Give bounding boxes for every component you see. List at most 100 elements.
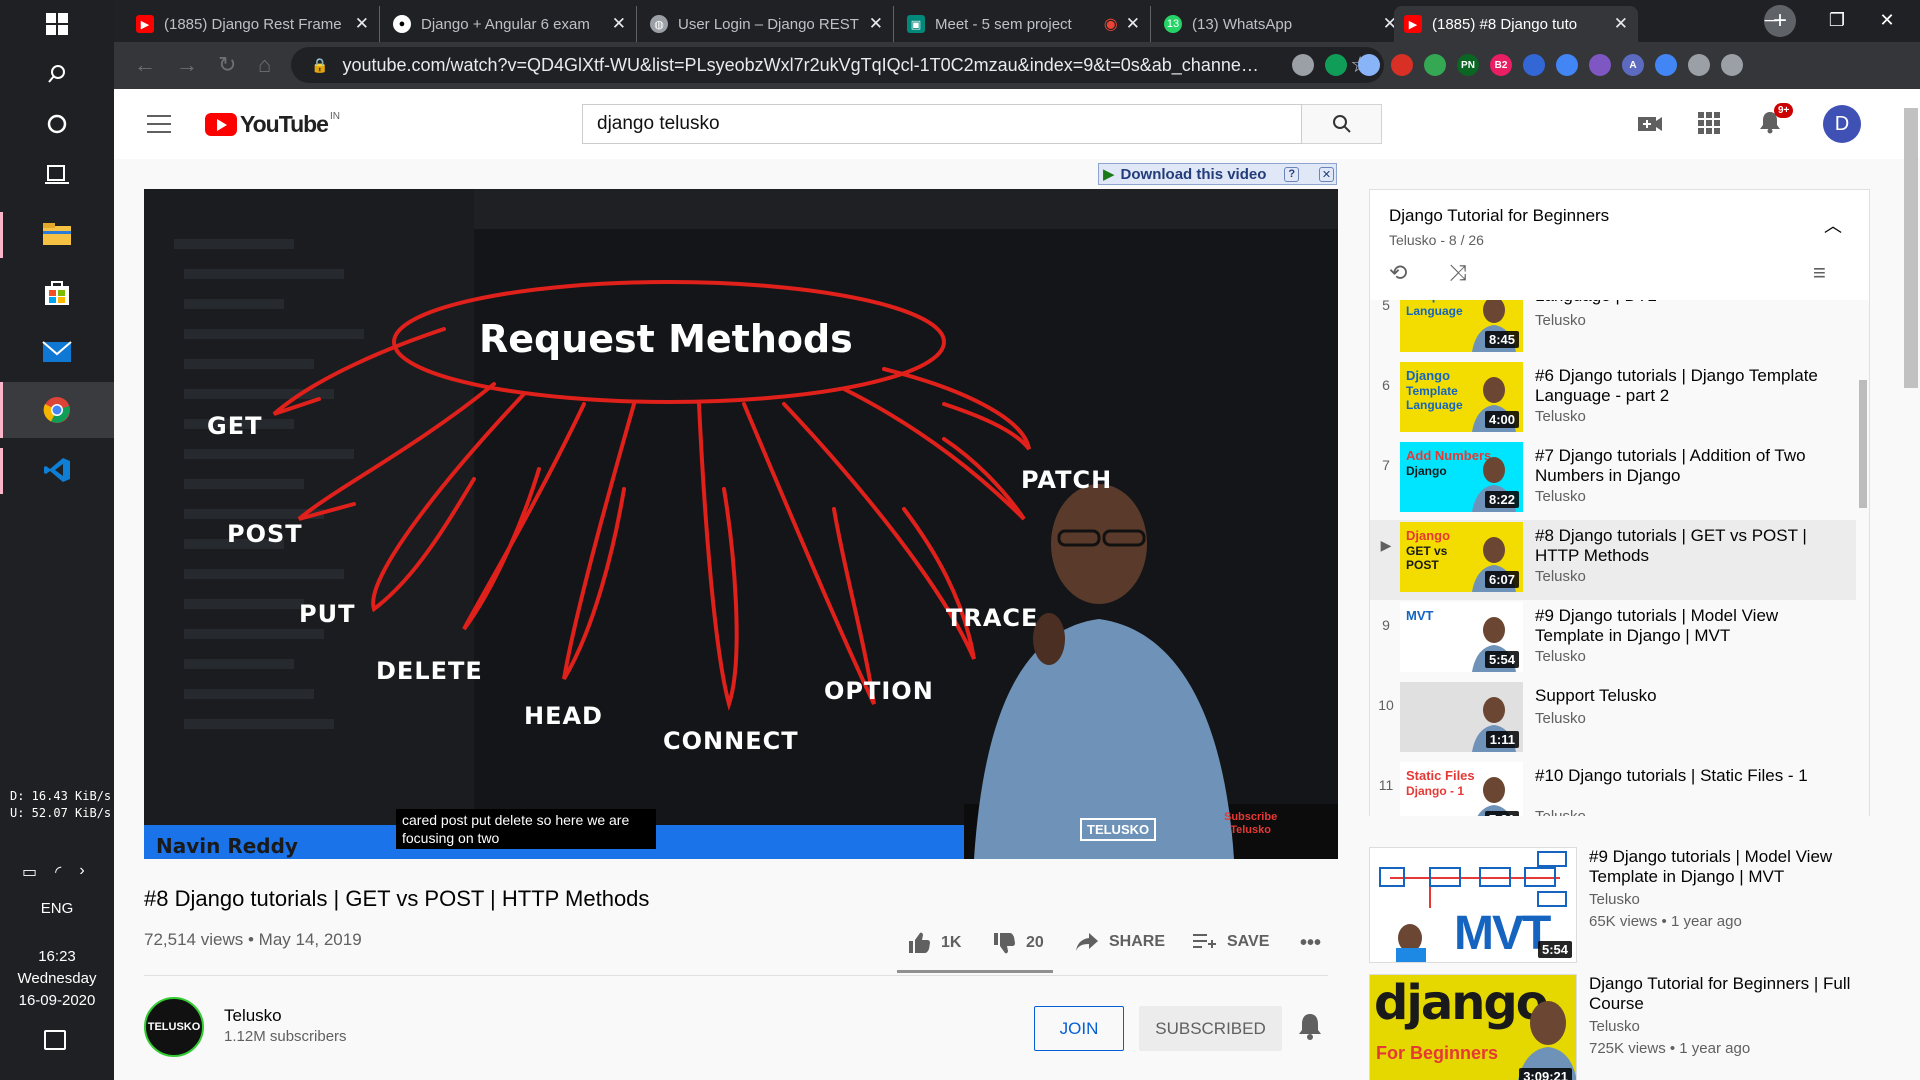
store-icon[interactable]: [33, 272, 81, 312]
dislike-button[interactable]: 20: [992, 932, 1044, 954]
subscribed-button[interactable]: SUBSCRIBED: [1139, 1006, 1282, 1051]
video-thumbnail[interactable]: Django GET vs POST 6:07: [1400, 522, 1523, 592]
playlist-item[interactable]: 10 1:11 Support Telusko Telusko: [1370, 680, 1856, 760]
recommended-channel[interactable]: Telusko: [1589, 1018, 1640, 1035]
action-center-icon[interactable]: [44, 1030, 66, 1050]
like-button[interactable]: 1K: [907, 932, 961, 954]
recommended-channel[interactable]: Telusko: [1589, 891, 1640, 908]
ext-12-extension-icon[interactable]: [1655, 54, 1677, 76]
lock-icon[interactable]: 🔒: [311, 57, 328, 74]
shuffle-icon[interactable]: ⤨: [1449, 260, 1467, 286]
chrome-icon[interactable]: [33, 390, 81, 430]
page-scrollbar[interactable]: [1904, 108, 1918, 388]
system-clock[interactable]: 16:23 Wednesday 16-09-2020: [0, 946, 114, 1012]
video-player[interactable]: Request Methods GET POST PUT DELETE HEAD…: [144, 189, 1338, 859]
video-thumbnail[interactable]: Django Template Language 4:00: [1400, 362, 1523, 432]
video-thumbnail[interactable]: MVT 5:54: [1369, 847, 1577, 963]
help-icon[interactable]: ?: [1284, 166, 1300, 182]
playlist-item[interactable]: 5 TemplateLanguage8:45 Language | DTL Telus…: [1370, 300, 1856, 360]
ext-6-extension-icon[interactable]: PN: [1457, 54, 1479, 76]
apps-grid-icon[interactable]: [1698, 110, 1720, 141]
video-thumbnail[interactable]: Static FilesDjango - 17:21: [1400, 762, 1523, 816]
more-actions-icon[interactable]: •••: [1300, 932, 1321, 955]
mail-icon[interactable]: [33, 332, 81, 372]
search-button[interactable]: [1302, 104, 1382, 144]
reload-icon[interactable]: ↻: [218, 52, 236, 78]
ext-10-extension-icon[interactable]: [1589, 54, 1611, 76]
home-icon[interactable]: ⌂: [258, 52, 271, 78]
save-button[interactable]: SAVE: [1193, 932, 1269, 952]
close-tab-icon[interactable]: ✕: [612, 14, 626, 34]
browser-tab[interactable]: ▣ Meet - 5 sem project ◉ ✕: [897, 6, 1151, 42]
file-explorer-icon[interactable]: [33, 214, 81, 254]
playlist-item-title[interactable]: #9 Django tutorials | Model View Templat…: [1535, 606, 1845, 646]
create-video-icon[interactable]: [1637, 110, 1663, 141]
playlist-item[interactable]: 7 Add Numbers Django 8:22 #7 Django tutorial…: [1370, 440, 1856, 520]
hamburger-menu-icon[interactable]: [147, 115, 171, 133]
playlist-item[interactable]: 9 MVT 5:54 #9 Django tutorials | Model View…: [1370, 600, 1856, 680]
close-tab-icon[interactable]: ✕: [1614, 14, 1628, 34]
share-button[interactable]: SHARE: [1075, 932, 1165, 952]
battery-icon[interactable]: ▭: [22, 862, 37, 882]
back-arrow-icon[interactable]: ←: [134, 52, 156, 78]
playlist-item[interactable]: 6 Django Template Language 4:00 #6 Django tu…: [1370, 360, 1856, 440]
input-language[interactable]: ENG: [0, 900, 114, 917]
search-input[interactable]: django telusko: [582, 104, 1302, 144]
close-icon[interactable]: ✕: [1318, 166, 1334, 182]
ext-4-extension-icon[interactable]: [1391, 54, 1413, 76]
download-video-bar[interactable]: ▶ Download this video ? ✕: [1098, 163, 1337, 185]
vscode-icon[interactable]: [33, 450, 81, 490]
ext-8-extension-icon[interactable]: [1523, 54, 1545, 76]
ext-7-extension-icon[interactable]: B2: [1490, 54, 1512, 76]
playlist-item-current[interactable]: ▶ Django GET vs POST 6:07 #8 Django tutorial…: [1370, 520, 1856, 600]
playlist-item-title[interactable]: #7 Django tutorials | Addition of Two Nu…: [1535, 446, 1845, 486]
browser-tab[interactable]: ▶ (1885) Django Rest Frame ✕: [126, 6, 380, 42]
ext-5-extension-icon[interactable]: [1424, 54, 1446, 76]
ext-14-extension-icon[interactable]: [1721, 54, 1743, 76]
close-tab-icon[interactable]: ✕: [355, 14, 369, 34]
playlist-item-title[interactable]: Support Telusko: [1535, 686, 1845, 706]
playlist-item-title[interactable]: #6 Django tutorials | Django Template La…: [1535, 366, 1845, 406]
windows-start-icon[interactable]: [33, 4, 81, 44]
playlist-options-icon[interactable]: ≡: [1813, 260, 1826, 286]
loop-icon[interactable]: ⟲: [1389, 260, 1407, 286]
chevron-up-icon[interactable]: ︿: [1824, 212, 1842, 238]
video-thumbnail[interactable]: 1:11: [1400, 682, 1523, 752]
ext-11-extension-icon[interactable]: A: [1622, 54, 1644, 76]
playlist-title[interactable]: Django Tutorial for Beginners: [1389, 206, 1609, 226]
playlist-item-title[interactable]: Language | DTL: [1535, 300, 1845, 306]
playlist-item-title[interactable]: #8 Django tutorials | GET vs POST | HTTP…: [1535, 526, 1845, 566]
ext-2-extension-icon[interactable]: [1325, 54, 1347, 76]
recommended-title[interactable]: #9 Django tutorials | Model View Templat…: [1589, 847, 1879, 887]
ext-13-extension-icon[interactable]: [1688, 54, 1710, 76]
task-view-icon[interactable]: [33, 154, 81, 194]
ext-3-extension-icon[interactable]: [1358, 54, 1380, 76]
browser-tab[interactable]: 13 (13) WhatsApp ✕: [1154, 6, 1408, 42]
video-thumbnail[interactable]: django For Beginners 3:09:21: [1369, 974, 1577, 1080]
chevron-right-icon[interactable]: ›: [79, 862, 84, 882]
ext-9-extension-icon[interactable]: [1556, 54, 1578, 76]
join-button[interactable]: JOIN: [1034, 1006, 1124, 1051]
video-thumbnail[interactable]: Add Numbers Django 8:22: [1400, 442, 1523, 512]
ext-1-extension-icon[interactable]: [1292, 54, 1314, 76]
forward-arrow-icon[interactable]: →: [176, 52, 198, 78]
youtube-logo[interactable]: YouTube IN: [205, 111, 340, 138]
subscribe-overlay[interactable]: Subscribe Telusko: [1224, 811, 1277, 837]
account-avatar[interactable]: D: [1823, 105, 1861, 143]
address-bar[interactable]: 🔒 youtube.com/watch?v=QD4GlXtf-WU&list=P…: [291, 47, 1384, 83]
wifi-icon[interactable]: ◜: [55, 862, 61, 882]
channel-avatar[interactable]: TELUSKO: [144, 997, 204, 1057]
recommended-video[interactable]: MVT 5:54 #9 Django tutorials | Model Vie…: [1369, 847, 1889, 967]
playlist-item-title[interactable]: #10 Django tutorials | Static Files - 1: [1535, 766, 1845, 786]
minimize-window-button[interactable]: ─: [1738, 0, 1804, 40]
close-tab-icon[interactable]: ✕: [1126, 14, 1140, 34]
recommended-title[interactable]: Django Tutorial for Beginners | Full Cou…: [1589, 974, 1879, 1014]
playlist-item[interactable]: 11 Static FilesDjango - 17:21 #10 Django t…: [1370, 760, 1856, 816]
playlist-scrollbar[interactable]: [1859, 380, 1867, 508]
browser-tab[interactable]: ● Django + Angular 6 exam ✕: [383, 6, 637, 42]
browser-tab[interactable]: ◍ User Login – Django REST ✕: [640, 6, 894, 42]
video-thumbnail[interactable]: TemplateLanguage8:45: [1400, 300, 1523, 352]
video-thumbnail[interactable]: MVT 5:54: [1400, 602, 1523, 672]
notification-bell-icon[interactable]: [1297, 1012, 1323, 1047]
close-tab-icon[interactable]: ✕: [869, 14, 883, 34]
